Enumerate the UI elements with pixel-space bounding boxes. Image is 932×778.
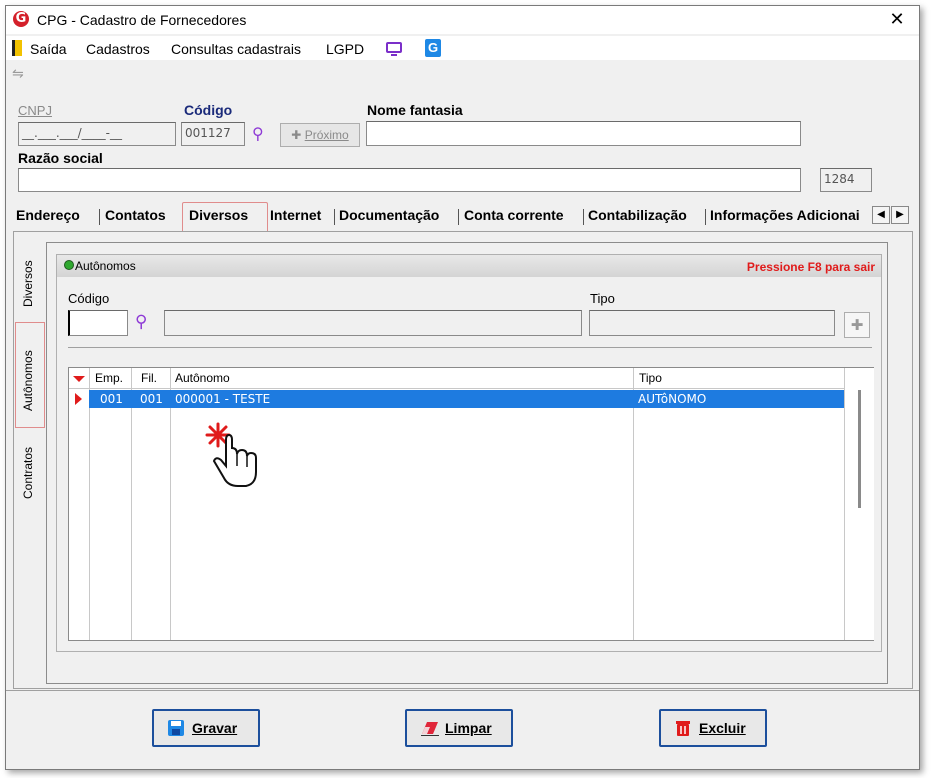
tab-separator	[583, 209, 584, 225]
menu-lgpd[interactable]: LGPD	[326, 41, 364, 57]
razao-social-field[interactable]	[18, 168, 801, 192]
menu-cadastros[interactable]: Cadastros	[86, 41, 150, 57]
vtab-autonomos[interactable]: Autônomos	[21, 326, 43, 422]
main-tabstrip: Endereço Contatos Diversos Internet Docu…	[16, 202, 916, 232]
group-codigo-description	[164, 310, 582, 336]
grid-col-divider	[170, 368, 171, 640]
vtab-diversos[interactable]: Diversos	[21, 249, 43, 319]
gravar-button[interactable]: Gravar	[152, 709, 260, 747]
grid-col-divider	[633, 368, 634, 640]
gravar-label: Gravar	[192, 720, 238, 736]
tab-scroll-left-icon[interactable]: ◀	[872, 206, 890, 224]
tab-conta-corrente[interactable]: Conta corrente	[464, 207, 564, 223]
tab-endereco[interactable]: Endereço	[16, 207, 80, 223]
grid-col-divider	[131, 368, 132, 640]
proximo-label: Próximo	[304, 128, 349, 142]
close-button[interactable]: ✕	[886, 9, 908, 31]
tab-documentacao[interactable]: Documentação	[339, 207, 439, 223]
grid-scroll-thumb[interactable]	[858, 390, 861, 508]
vtab-contratos[interactable]: Contratos	[21, 431, 43, 503]
nome-fantasia-label: Nome fantasia	[367, 102, 463, 118]
trash-icon	[676, 721, 690, 736]
tab-separator	[99, 209, 100, 225]
limpar-button[interactable]: Limpar	[405, 709, 513, 747]
main-window: G CPG - Cadastro de Fornecedores ✕ Saída…	[5, 5, 920, 770]
group-tipo-label: Tipo	[590, 291, 615, 306]
hand-click-cursor-icon	[205, 422, 257, 487]
monitor-icon[interactable]	[386, 42, 402, 56]
group-title: Autônomos	[75, 259, 136, 273]
cell-tipo: AUTôNOMO	[638, 392, 707, 406]
col-tipo[interactable]: Tipo	[639, 371, 662, 385]
tab-separator	[458, 209, 459, 225]
cell-autonomo: 000001 - TESTE	[175, 392, 271, 406]
grid-col-divider	[89, 368, 90, 640]
proximo-button[interactable]: ✚ Próximo	[280, 123, 360, 147]
tab-contatos[interactable]: Contatos	[105, 207, 166, 223]
codigo-label: Código	[184, 102, 233, 118]
limpar-label: Limpar	[445, 720, 492, 736]
tab-diversos[interactable]: Diversos	[189, 207, 248, 223]
counter-field: 1284	[820, 168, 872, 192]
codigo-search-icon[interactable]: ⚲	[252, 124, 264, 143]
autonomos-grid: Emp. Fil. Autônomo Tipo 001 001 000001 -…	[68, 367, 874, 641]
excluir-label: Excluir	[699, 720, 746, 736]
group-header: Autônomos Pressione F8 para sair	[57, 255, 881, 277]
vtab-diversos-label: Diversos	[21, 260, 35, 307]
razao-social-label: Razão social	[18, 150, 103, 166]
codigo-field[interactable]: 001127	[181, 122, 245, 146]
grid-header: Emp. Fil. Autônomo Tipo	[69, 368, 844, 389]
tab-contabilizacao[interactable]: Contabilização	[588, 207, 687, 223]
menu-bar: Saída Cadastros Consultas cadastrais LGP…	[6, 36, 919, 60]
plus-icon: ✚	[291, 128, 305, 142]
cell-emp: 001	[100, 392, 123, 406]
cnpj-field[interactable]: __.___.___/____-__	[18, 122, 176, 146]
eraser-icon	[421, 722, 439, 736]
window-title: CPG - Cadastro de Fornecedores	[37, 12, 247, 28]
menu-consultas-cadastrais[interactable]: Consultas cadastrais	[171, 41, 301, 57]
vtab-contratos-label: Contratos	[21, 446, 35, 499]
menu-saida[interactable]: Saída	[30, 41, 67, 57]
tab-scroll-right-icon[interactable]: ▶	[891, 206, 909, 224]
row-indicator-icon	[75, 393, 82, 405]
f8-hint: Pressione F8 para sair	[746, 260, 875, 274]
plus-icon: ✚	[850, 316, 864, 334]
col-emp[interactable]: Emp.	[95, 371, 123, 385]
tab-informacoes-adicionais[interactable]: Informações Adicionai	[710, 207, 876, 223]
nome-fantasia-field[interactable]	[366, 121, 801, 146]
tab-scroll-arrows: ◀ ▶	[872, 206, 914, 226]
save-disk-icon	[168, 720, 184, 736]
group-codigo-input[interactable]	[68, 310, 128, 336]
col-fil[interactable]: Fil.	[141, 371, 157, 385]
footer-divider	[6, 690, 919, 691]
vtab-autonomos-label: Autônomos	[21, 350, 35, 411]
navigate-arrows-icon[interactable]: ⇋	[12, 66, 24, 82]
tab-internet[interactable]: Internet	[270, 207, 321, 223]
col-autonomo[interactable]: Autônomo	[175, 371, 230, 385]
exit-door-icon[interactable]	[12, 40, 22, 56]
add-button[interactable]: ✚	[844, 312, 870, 338]
status-dot-icon	[64, 260, 74, 270]
excluir-button[interactable]: Excluir	[659, 709, 767, 747]
app-logo-icon: G	[13, 11, 29, 27]
tab-separator	[334, 209, 335, 225]
grid-scrollbar[interactable]	[844, 368, 874, 640]
g-app-icon[interactable]: G	[425, 39, 441, 57]
tab-separator	[705, 209, 706, 225]
cell-fil: 001	[140, 392, 163, 406]
group-codigo-label: Código	[68, 291, 110, 306]
sort-indicator-icon[interactable]	[73, 376, 85, 382]
cnpj-label: CNPJ	[18, 103, 52, 118]
group-divider	[68, 347, 872, 348]
group-tipo-field[interactable]	[589, 310, 835, 336]
title-bar: G CPG - Cadastro de Fornecedores ✕	[6, 6, 919, 34]
group-search-icon[interactable]: ⚲	[135, 312, 147, 332]
